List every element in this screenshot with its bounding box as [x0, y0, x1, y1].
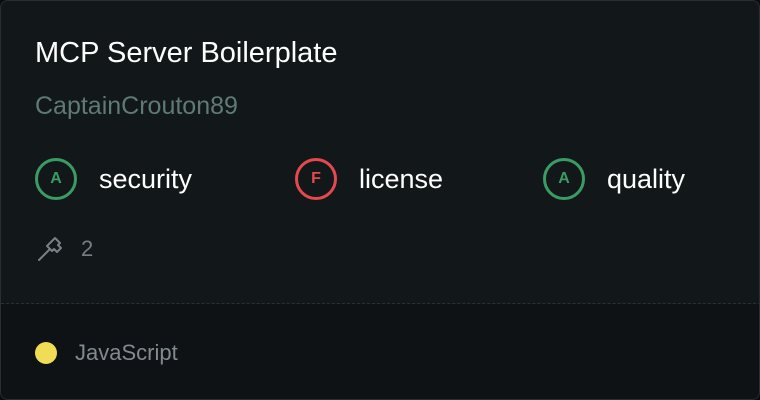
license-score-label: license	[359, 163, 444, 194]
license-score: F license	[295, 156, 443, 202]
language-color-dot	[35, 342, 57, 364]
license-grade-badge: F	[295, 158, 337, 200]
server-title[interactable]: MCP Server Boilerplate	[35, 35, 337, 71]
server-card[interactable]: MCP Server Boilerplate CaptainCrouton89 …	[0, 0, 760, 400]
tools-count-row: 2	[35, 233, 93, 265]
card-footer: JavaScript	[1, 304, 759, 399]
quality-score-label: quality	[607, 163, 686, 194]
language-indicator: JavaScript	[35, 338, 178, 368]
quality-grade-badge: A	[543, 158, 585, 200]
security-score-label: security	[99, 163, 193, 194]
quality-score: A quality	[543, 156, 685, 202]
hammer-icon	[35, 234, 65, 264]
score-row: A security F license A quality	[1, 156, 759, 202]
language-name: JavaScript	[75, 340, 178, 365]
security-score: A security	[35, 156, 192, 202]
tools-count: 2	[81, 236, 94, 261]
server-owner[interactable]: CaptainCrouton89	[35, 89, 238, 123]
security-grade-badge: A	[35, 158, 77, 200]
